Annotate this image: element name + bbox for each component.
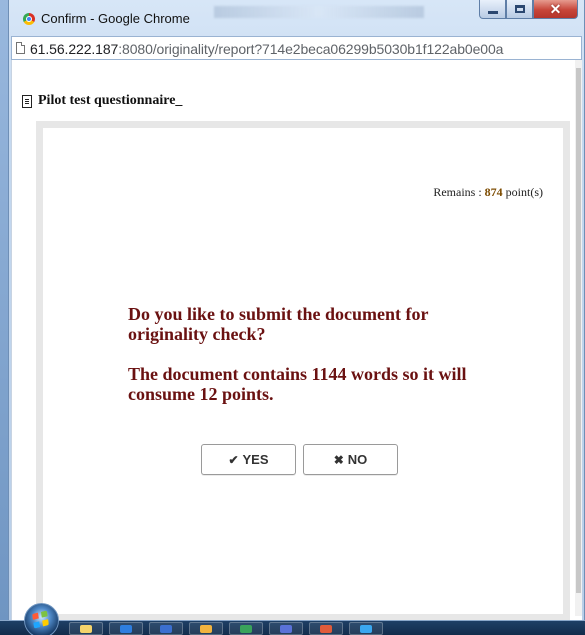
minimize-button[interactable] [479, 0, 506, 19]
excel-icon[interactable] [229, 622, 263, 635]
page-header: Pilot test questionnaire_ [22, 93, 182, 109]
url-host: 61.56.222.187 [30, 41, 119, 57]
window-title: Confirm - Google Chrome [41, 11, 190, 26]
window-controls: ✕ [479, 0, 578, 19]
x-icon: ✖ [333, 452, 344, 467]
desktop-screen: Confirm - Google Chrome ✕ 61.56.222.187:… [0, 0, 585, 635]
window-titlebar[interactable]: Confirm - Google Chrome ✕ [9, 0, 584, 34]
desktop-edge [0, 0, 8, 620]
minimize-icon [487, 11, 498, 14]
confirmation-detail: The document contains 1144 words so it w… [128, 364, 467, 404]
page-content: Pilot test questionnaire_ Remains : 874 … [11, 60, 582, 621]
windows-start-icon[interactable] [24, 603, 59, 635]
chrome-icon [23, 13, 35, 25]
confirm-panel: Remains : 874 point(s) Do you like to su… [36, 121, 570, 621]
teams-icon[interactable] [269, 622, 303, 635]
maximize-icon [514, 5, 525, 13]
folder-icon[interactable] [69, 622, 103, 635]
titlebar-background-blur [214, 6, 424, 18]
yes-button[interactable]: ✔ YES [201, 444, 296, 475]
ie-icon[interactable] [349, 622, 383, 635]
confirmation-question: Do you like to submit the document for o… [128, 304, 429, 344]
document-icon [16, 42, 25, 54]
outlook-icon[interactable] [109, 622, 143, 635]
no-button[interactable]: ✖ NO [303, 444, 398, 475]
maximize-button[interactable] [506, 0, 533, 19]
address-bar[interactable]: 61.56.222.187:8080/originality/report?71… [11, 36, 582, 60]
confirmation-message: Do you like to submit the document for o… [128, 304, 498, 404]
remains-value: 874 [484, 185, 503, 199]
close-button[interactable]: ✕ [533, 0, 578, 19]
page-scrollbar[interactable] [575, 60, 582, 616]
remains-unit: point(s) [505, 185, 543, 199]
chrome-window: Confirm - Google Chrome ✕ 61.56.222.187:… [8, 0, 585, 624]
url-rest: :8080/originality/report?714e2beca06299b… [118, 41, 504, 57]
windows-taskbar [0, 603, 585, 635]
yes-button-label: YES [242, 452, 269, 467]
check-icon: ✔ [228, 452, 239, 467]
dialog-buttons: ✔ YES ✖ NO [201, 444, 398, 475]
url-text[interactable]: 61.56.222.187:8080/originality/report?71… [30, 41, 503, 57]
confirm-panel-inner: Remains : 874 point(s) Do you like to su… [43, 128, 563, 614]
close-icon: ✕ [549, 1, 562, 17]
taskbar-apps [69, 622, 383, 635]
no-button-label: NO [347, 452, 368, 467]
remains-label: Remains : [433, 185, 482, 199]
remains-points: Remains : 874 point(s) [433, 185, 543, 200]
document-icon [22, 94, 32, 108]
word-icon[interactable] [149, 622, 183, 635]
powerpoint-icon[interactable] [309, 622, 343, 635]
page-title: Pilot test questionnaire_ [38, 93, 183, 108]
page-scrollbar-thumb[interactable] [576, 68, 581, 593]
chrome-icon[interactable] [189, 622, 223, 635]
